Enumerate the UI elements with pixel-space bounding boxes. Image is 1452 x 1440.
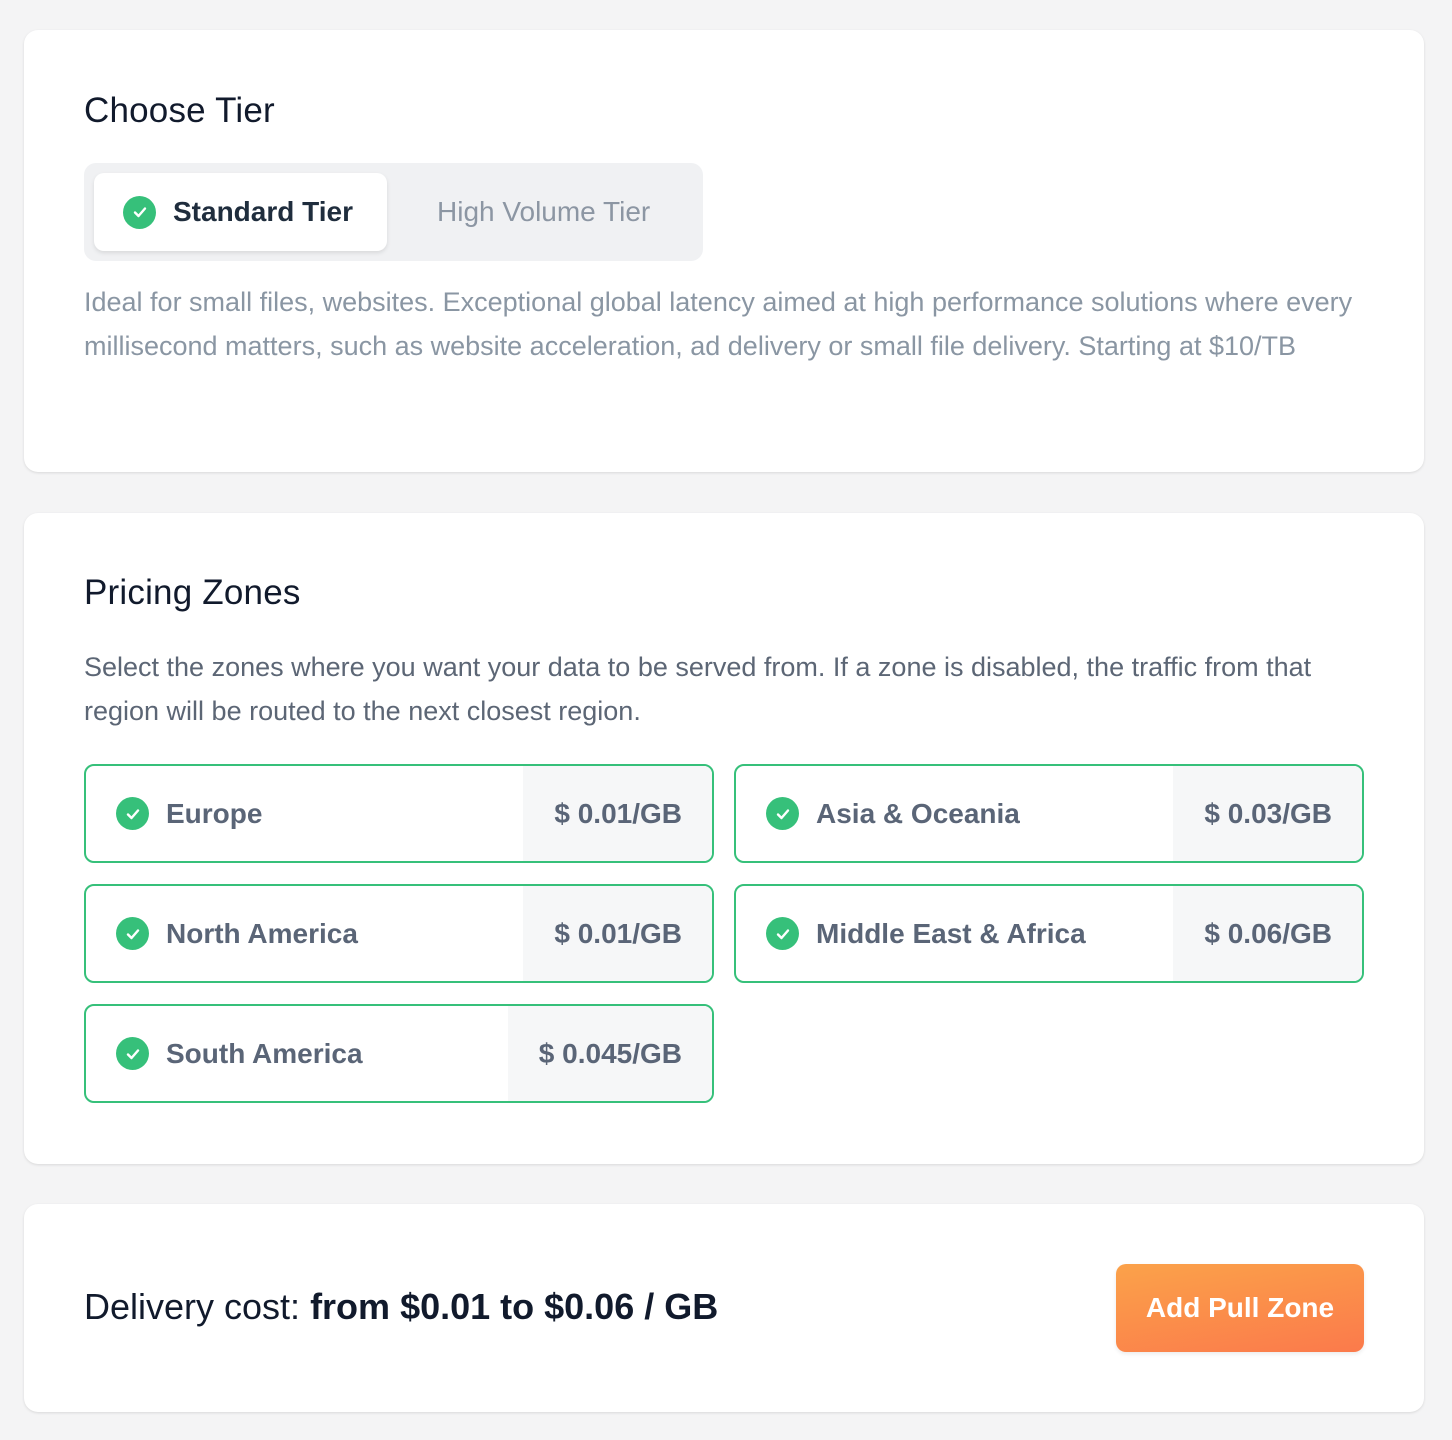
tier-toggle: Standard Tier High Volume Tier bbox=[84, 163, 703, 261]
check-circle-icon bbox=[116, 1037, 149, 1070]
zone-price: $ 0.03/GB bbox=[1173, 766, 1362, 861]
zone-name: South America bbox=[166, 1037, 363, 1069]
zone-asia-oceania[interactable]: Asia & Oceania $ 0.03/GB bbox=[734, 764, 1364, 863]
tier-option-label: Standard Tier bbox=[173, 196, 353, 227]
tier-description: Ideal for small files, websites. Excepti… bbox=[84, 287, 1353, 361]
zone-price: $ 0.01/GB bbox=[523, 766, 712, 861]
pricing-zones-title: Pricing Zones bbox=[84, 573, 301, 612]
choose-tier-card: Choose Tier Standard Tier High Volume Ti… bbox=[24, 30, 1424, 472]
zone-europe[interactable]: Europe $ 0.01/GB bbox=[84, 764, 714, 863]
pricing-zones-description: Select the zones where you want your dat… bbox=[84, 652, 1312, 726]
tier-option-high-volume[interactable]: High Volume Tier bbox=[437, 173, 650, 251]
zone-price: $ 0.01/GB bbox=[523, 886, 712, 981]
zone-south-america[interactable]: South America $ 0.045/GB bbox=[84, 1004, 714, 1103]
check-circle-icon bbox=[766, 917, 799, 950]
zone-name: Europe bbox=[166, 797, 263, 829]
zone-name: Middle East & Africa bbox=[816, 917, 1086, 949]
add-pull-zone-button[interactable]: Add Pull Zone bbox=[1116, 1264, 1364, 1352]
delivery-cost: Delivery cost: from $0.01 to $0.06 / GB bbox=[84, 1286, 718, 1328]
delivery-cost-value: from $0.01 to $0.06 / GB bbox=[310, 1286, 719, 1327]
delivery-cost-card: Delivery cost: from $0.01 to $0.06 / GB … bbox=[24, 1204, 1424, 1412]
tier-option-standard[interactable]: Standard Tier bbox=[94, 173, 387, 251]
zone-name: Asia & Oceania bbox=[816, 797, 1020, 829]
check-circle-icon bbox=[766, 797, 799, 830]
zone-price: $ 0.06/GB bbox=[1173, 886, 1362, 981]
tier-option-label: High Volume Tier bbox=[437, 196, 651, 227]
check-circle-icon bbox=[123, 195, 156, 229]
pricing-zones-card: Pricing Zones Select the zones where you… bbox=[24, 513, 1424, 1164]
zone-price: $ 0.045/GB bbox=[507, 1006, 712, 1101]
check-circle-icon bbox=[116, 797, 149, 830]
zone-north-america[interactable]: North America $ 0.01/GB bbox=[84, 884, 714, 983]
check-circle-icon bbox=[116, 917, 149, 950]
zone-middle-east-africa[interactable]: Middle East & Africa $ 0.06/GB bbox=[734, 884, 1364, 983]
delivery-cost-label: Delivery cost: bbox=[84, 1286, 311, 1327]
choose-tier-title: Choose Tier bbox=[84, 91, 275, 130]
zone-name: North America bbox=[166, 917, 358, 949]
